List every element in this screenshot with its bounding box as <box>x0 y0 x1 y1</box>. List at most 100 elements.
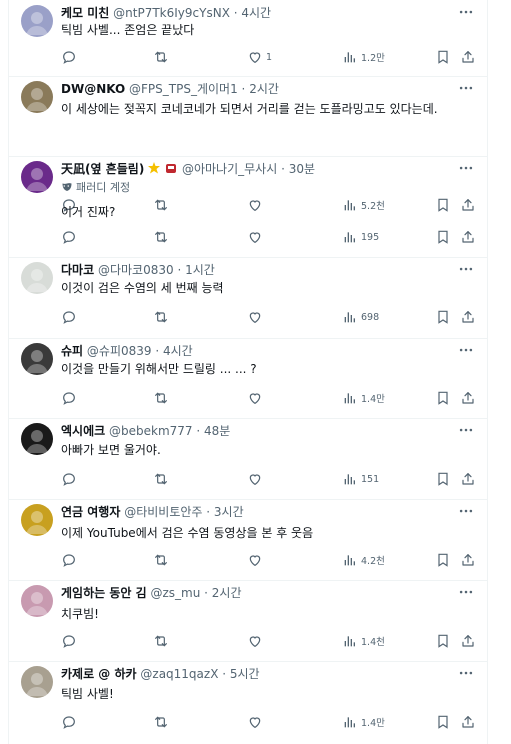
timestamp[interactable]: 4시간 <box>163 344 193 358</box>
retweet-button[interactable] <box>153 470 172 488</box>
share-button[interactable] <box>460 713 476 731</box>
display-name[interactable]: 天凪(옆 흔들림) <box>61 162 144 176</box>
display-name[interactable]: DW@NKO <box>61 82 125 96</box>
retweet-button[interactable] <box>153 308 172 326</box>
like-button[interactable]: 1 <box>247 48 272 66</box>
avatar[interactable] <box>21 161 53 193</box>
more-options-icon[interactable] <box>457 664 475 682</box>
avatar[interactable] <box>21 585 53 617</box>
bookmark-button[interactable] <box>435 228 451 246</box>
share-button[interactable] <box>460 551 476 569</box>
avatar[interactable] <box>21 423 53 455</box>
more-options-icon[interactable] <box>457 159 475 177</box>
timestamp[interactable]: 2시간 <box>212 586 242 600</box>
tweet-2[interactable]: DW@NKO @FPS_TPS_게이머1 · 2시간 이 세상에는 젖꼭지 코네코… <box>9 76 487 212</box>
user-handle[interactable]: @다마코0830 <box>98 263 174 277</box>
tweet-7[interactable]: 연금 여행자 @타비비토안주 · 3시간 이제 YouTube에서 검은 수염 동… <box>9 499 487 581</box>
tweet-1[interactable]: 케모 미친 @ntP7Tk6Iy9cYsNX · 4시간 틱빔 사벨... 존엄은… <box>9 0 487 77</box>
retweet-button[interactable] <box>153 713 172 731</box>
bookmark-button[interactable] <box>435 48 451 66</box>
user-handle[interactable]: @타비비토안주 <box>124 505 202 519</box>
avatar[interactable] <box>21 81 53 113</box>
tweet-8[interactable]: 게임하는 동안 김 @zs_mu · 2시간 치쿠빔! 1.4천 <box>9 580 487 662</box>
timestamp[interactable]: 2시간 <box>249 82 279 96</box>
bookmark-button[interactable] <box>435 632 451 650</box>
views-button[interactable]: 1.4만 <box>342 713 385 731</box>
views-button[interactable]: 195 <box>342 228 379 246</box>
display-name[interactable]: 케모 미친 <box>61 6 109 20</box>
avatar[interactable] <box>21 666 53 698</box>
like-button[interactable] <box>247 632 266 650</box>
timestamp[interactable]: 4시간 <box>241 6 271 20</box>
like-button[interactable] <box>247 713 266 731</box>
display-name[interactable]: 연금 여행자 <box>61 505 120 519</box>
reply-button[interactable] <box>61 389 80 407</box>
like-button[interactable] <box>247 470 266 488</box>
user-handle[interactable]: @bebekm777 <box>109 424 193 438</box>
avatar[interactable] <box>21 504 53 536</box>
display-name[interactable]: 슈피 <box>61 344 83 358</box>
bookmark-button[interactable] <box>435 470 451 488</box>
share-button[interactable] <box>460 228 476 246</box>
bookmark-button[interactable] <box>435 389 451 407</box>
reply-button[interactable] <box>61 308 80 326</box>
timestamp[interactable]: 1시간 <box>185 263 215 277</box>
tweet-4[interactable]: 다마코 @다마코0830 · 1시간 이것이 검은 수염의 세 번째 능력 698 <box>9 257 487 339</box>
more-options-icon[interactable] <box>457 341 475 359</box>
views-button[interactable]: 698 <box>342 308 379 326</box>
retweet-button[interactable] <box>153 48 172 66</box>
user-handle[interactable]: @ntP7Tk6Iy9cYsNX <box>113 6 230 20</box>
like-button[interactable] <box>247 551 266 569</box>
share-button[interactable] <box>460 308 476 326</box>
more-options-icon[interactable] <box>457 3 475 21</box>
more-options-icon[interactable] <box>457 421 475 439</box>
like-button[interactable] <box>247 308 266 326</box>
bookmark-button[interactable] <box>435 308 451 326</box>
views-button[interactable]: 4.2천 <box>342 551 385 569</box>
share-button[interactable] <box>460 389 476 407</box>
retweet-button[interactable] <box>153 228 172 246</box>
reply-button[interactable] <box>61 470 80 488</box>
more-options-icon[interactable] <box>457 583 475 601</box>
user-handle[interactable]: @아마나기_무사시 <box>182 162 277 176</box>
reply-button[interactable] <box>61 228 80 246</box>
share-button[interactable] <box>460 48 476 66</box>
reply-button[interactable] <box>61 632 80 650</box>
views-button[interactable]: 1.4만 <box>342 389 385 407</box>
tweet-3[interactable]: 天凪(옆 흔들림) @아마나기_무사시 · 30분 패러디 계정 이거 진짜? 195 <box>9 156 487 258</box>
avatar[interactable] <box>21 5 53 37</box>
reply-button[interactable] <box>61 713 80 731</box>
share-button[interactable] <box>460 632 476 650</box>
timestamp[interactable]: 3시간 <box>214 505 244 519</box>
more-options-icon[interactable] <box>457 79 475 97</box>
reply-button[interactable] <box>61 48 80 66</box>
views-button[interactable]: 1.4천 <box>342 632 385 650</box>
views-button[interactable]: 151 <box>342 470 379 488</box>
display-name[interactable]: 게임하는 동안 김 <box>61 586 147 600</box>
tweet-6[interactable]: 엑시에크 @bebekm777 · 48분 아빠가 보면 울거야. 151 <box>9 418 487 500</box>
like-button[interactable] <box>247 389 266 407</box>
timestamp[interactable]: 30분 <box>289 162 315 176</box>
retweet-button[interactable] <box>153 389 172 407</box>
retweet-button[interactable] <box>153 551 172 569</box>
tweet-5[interactable]: 슈피 @슈피0839 · 4시간 이것을 만들기 위해서만 드릴링 ... ...… <box>9 338 487 419</box>
bookmark-button[interactable] <box>435 551 451 569</box>
avatar[interactable] <box>21 262 53 294</box>
user-handle[interactable]: @FPS_TPS_게이머1 <box>129 82 238 96</box>
views-button[interactable]: 1.2만 <box>342 48 385 66</box>
more-options-icon[interactable] <box>457 502 475 520</box>
bookmark-button[interactable] <box>435 713 451 731</box>
more-options-icon[interactable] <box>457 260 475 278</box>
user-handle[interactable]: @슈피0839 <box>87 344 152 358</box>
avatar[interactable] <box>21 343 53 375</box>
tweet-9[interactable]: 카제로 @ 하카 @zaq11qazX · 5시간 틱빔 사벨! 1.4만 <box>9 661 487 744</box>
reply-button[interactable] <box>61 551 80 569</box>
user-handle[interactable]: @zaq11qazX <box>140 667 218 681</box>
retweet-button[interactable] <box>153 632 172 650</box>
user-handle[interactable]: @zs_mu <box>150 586 200 600</box>
share-button[interactable] <box>460 470 476 488</box>
timestamp[interactable]: 48분 <box>204 424 230 438</box>
display-name[interactable]: 다마코 <box>61 263 94 277</box>
display-name[interactable]: 카제로 @ 하카 <box>61 667 137 681</box>
timestamp[interactable]: 5시간 <box>230 667 260 681</box>
